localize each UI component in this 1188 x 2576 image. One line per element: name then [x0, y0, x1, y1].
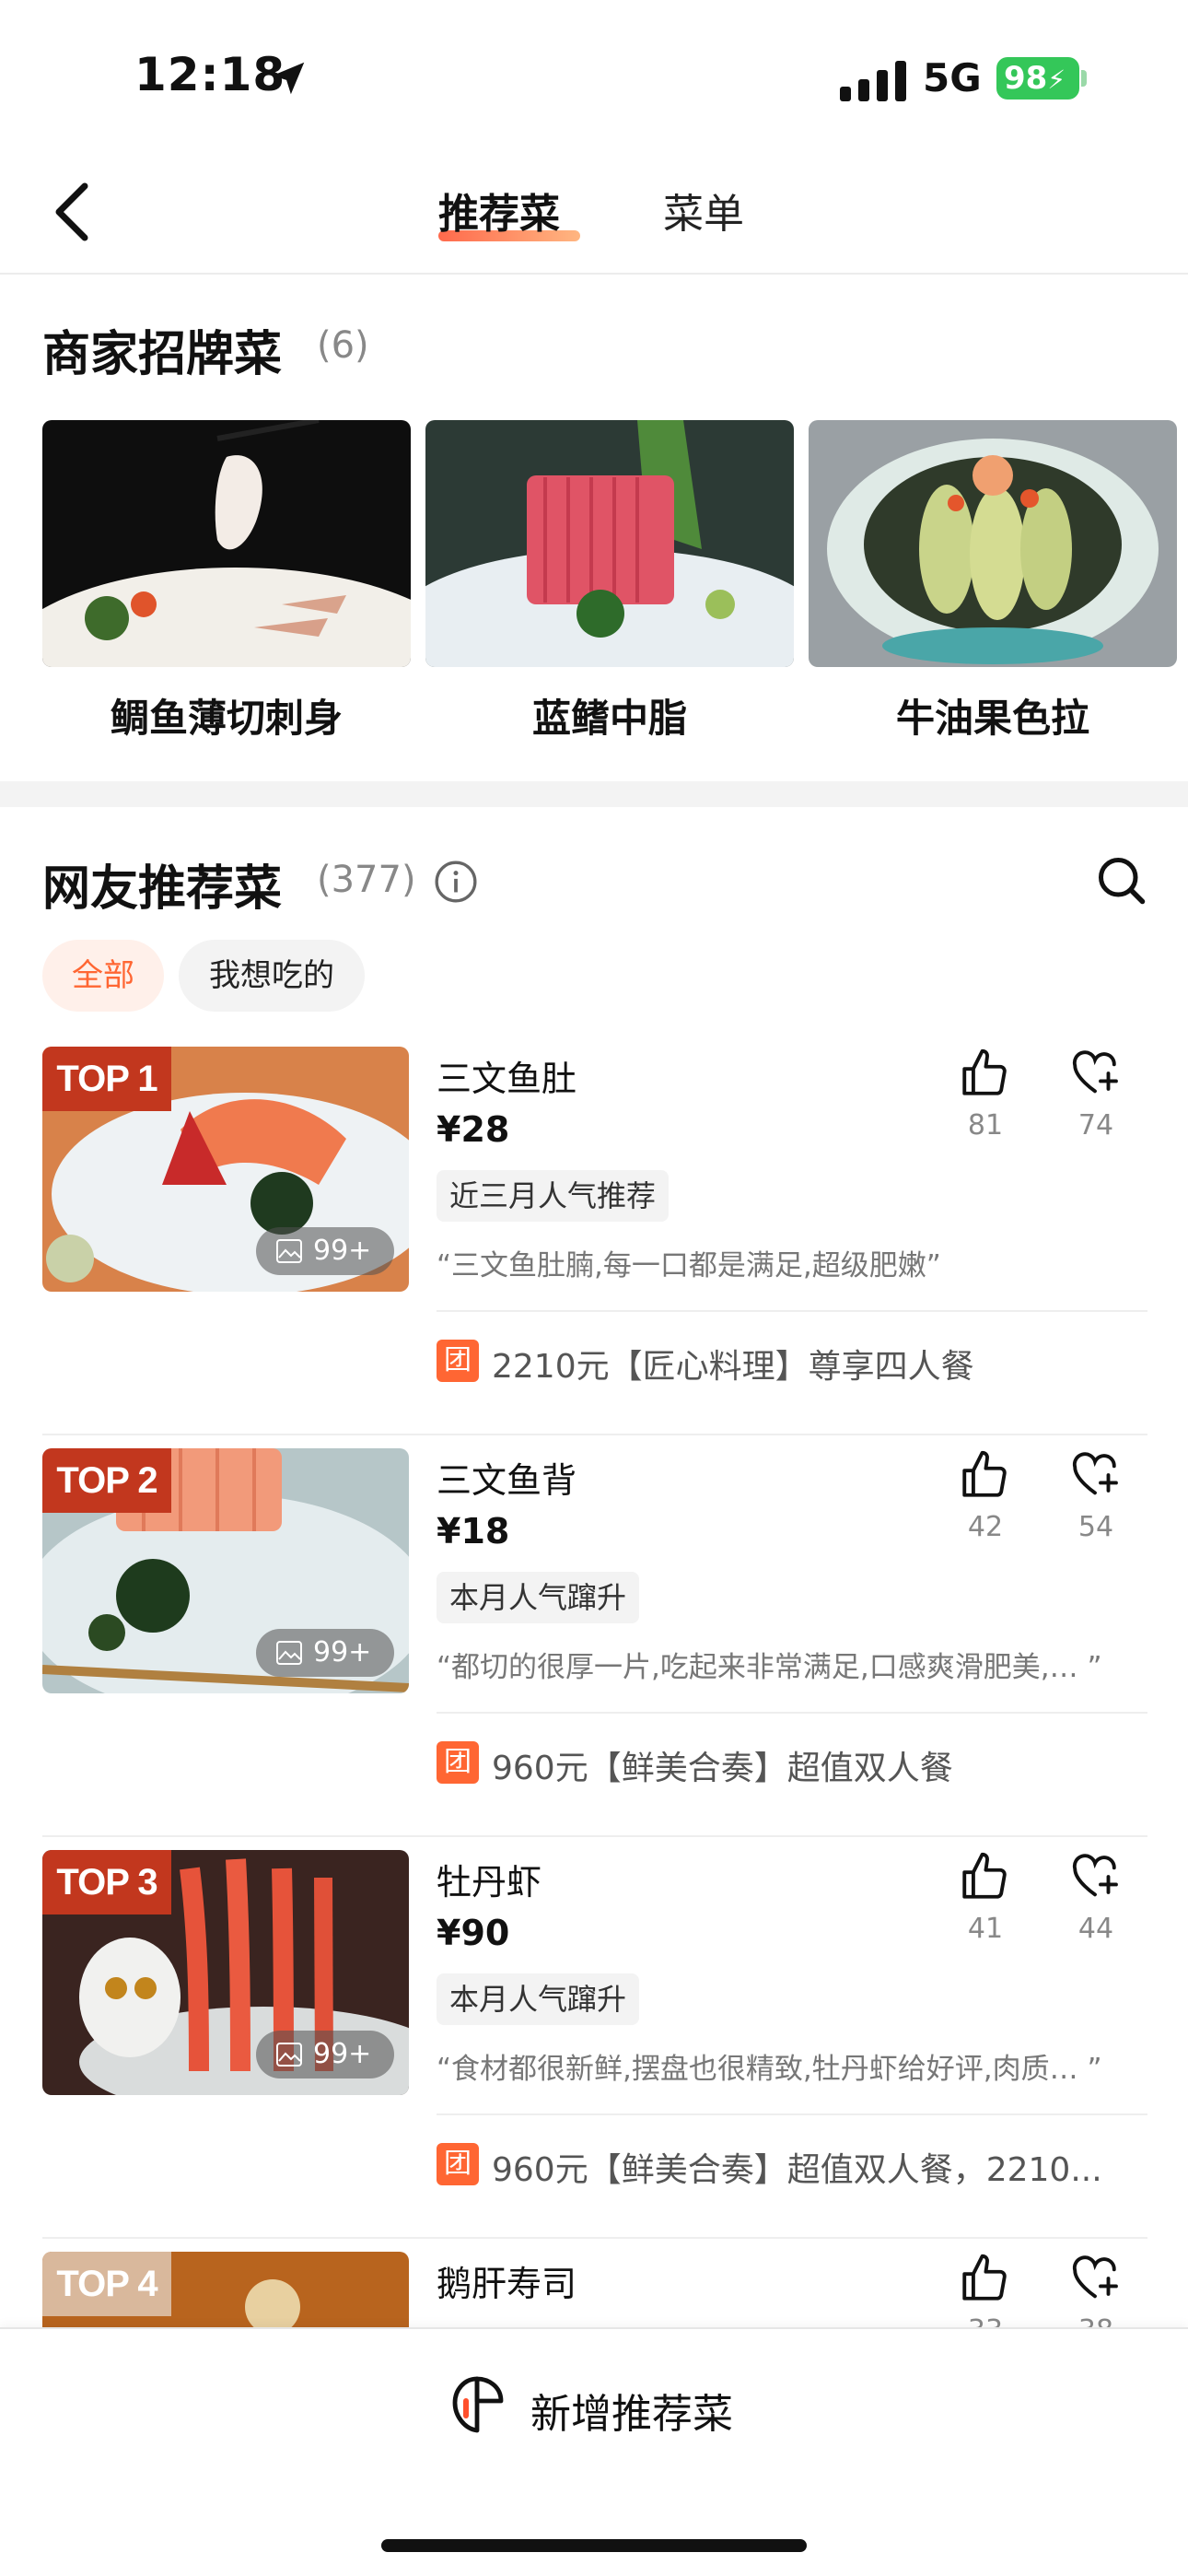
- row-divider: [437, 1310, 1147, 1312]
- photo-count: 99+: [313, 2038, 372, 2070]
- deal-text[interactable]: 960元【鲜美合奏】超值双人餐，2210...: [492, 2143, 1147, 2191]
- dish-price: ¥18: [437, 1511, 510, 1551]
- status-time: 12:18: [134, 48, 286, 101]
- fav-count: 54: [1077, 1511, 1114, 1543]
- home-indicator[interactable]: [381, 2539, 807, 2552]
- sea-bream-photo: [42, 420, 411, 667]
- avocado-salad-photo: [809, 420, 1177, 667]
- like-count: 81: [967, 1109, 1004, 1142]
- dish-name[interactable]: 三文鱼背: [437, 1452, 577, 1503]
- status-bar: 12:18 5G 98⚡: [0, 0, 1188, 147]
- rank-badge: TOP 1: [42, 1047, 171, 1111]
- photo-count-badge[interactable]: 99+: [256, 1629, 394, 1677]
- list-item[interactable]: TOP 2 99+ 三文鱼背 ¥18 本月人气蹿升 “都切的很厚一片,吃起来非常…: [0, 1448, 1188, 1850]
- network-type: 5G: [923, 55, 982, 100]
- dish-price: ¥90: [437, 1913, 510, 1953]
- filter-all-chip[interactable]: 全部: [42, 940, 164, 1012]
- rank-badge: TOP 2: [42, 1448, 171, 1513]
- heart-plus-icon[interactable]: [1068, 1448, 1122, 1502]
- image-icon: [276, 2043, 302, 2067]
- row-divider: [437, 1712, 1147, 1714]
- signal-icon: [840, 61, 906, 101]
- dish-name[interactable]: 三文鱼肚: [437, 1050, 577, 1101]
- photo-count-badge[interactable]: 99+: [256, 1227, 394, 1275]
- signature-dish-image[interactable]: [809, 420, 1177, 667]
- fav-count: 74: [1077, 1109, 1114, 1142]
- dish-quote: “食材都很新鲜,摆盘也很精致,牡丹虾给好评,肉质… ”: [437, 2053, 1102, 2086]
- dish-name[interactable]: 鹅肝寿司: [437, 2255, 577, 2306]
- dish-quote: “三文鱼肚腩,每一口都是满足,超级肥嫩”: [437, 1249, 941, 1282]
- row-separator: [42, 1434, 1147, 1435]
- row-separator: [42, 1835, 1147, 1837]
- photo-count: 99+: [313, 1235, 372, 1267]
- recommend-count: (377): [317, 859, 416, 901]
- tab-menu[interactable]: 菜单: [663, 181, 744, 240]
- location-arrow-icon: [272, 62, 305, 95]
- nav-bar: 推荐菜 菜单: [0, 147, 1188, 275]
- thumbs-up-icon[interactable]: [958, 1448, 1011, 1502]
- like-count: 41: [967, 1913, 1004, 1945]
- thumbs-up-icon[interactable]: [958, 2252, 1011, 2305]
- battery-level: 98: [1004, 60, 1048, 97]
- thumbs-up-icon[interactable]: [958, 1047, 1011, 1100]
- group-deal-icon: 团: [437, 2143, 479, 2185]
- tab-recommended[interactable]: 推荐菜: [438, 181, 560, 240]
- signature-dish-name[interactable]: 蓝鳍中脂: [425, 687, 794, 744]
- add-dish-icon: [452, 2376, 504, 2433]
- image-icon: [276, 1239, 302, 1263]
- dish-image[interactable]: TOP 2 99+: [42, 1448, 409, 1693]
- heart-plus-icon[interactable]: [1068, 1047, 1122, 1100]
- signature-title: 商家招牌菜: [42, 327, 283, 382]
- signature-dish-image[interactable]: [425, 420, 794, 667]
- deal-text[interactable]: 960元【鲜美合奏】超值双人餐: [492, 1741, 1147, 1789]
- recommend-title: 网友推荐菜: [42, 861, 283, 917]
- signature-dish-name[interactable]: 牛油果色拉: [809, 687, 1177, 744]
- search-icon[interactable]: [1094, 853, 1149, 908]
- image-icon: [276, 1641, 302, 1665]
- dish-price: ¥28: [437, 1109, 510, 1150]
- bluefin-tuna-photo: [425, 420, 794, 667]
- fav-count: 44: [1077, 1913, 1114, 1945]
- thumbs-up-icon[interactable]: [958, 1850, 1011, 1903]
- charging-bolt-icon: ⚡: [1047, 64, 1066, 95]
- row-separator: [42, 2237, 1147, 2239]
- add-recommend-label: 新增推荐菜: [530, 2391, 733, 2438]
- rank-badge: TOP 4: [42, 2252, 171, 2316]
- signature-count: (6): [317, 324, 369, 367]
- battery-indicator: 98⚡: [996, 57, 1079, 100]
- dish-name[interactable]: 牡丹虾: [437, 1854, 542, 1904]
- like-count: 42: [967, 1511, 1004, 1543]
- group-deal-icon: 团: [437, 1741, 479, 1784]
- row-divider: [437, 2113, 1147, 2115]
- dish-image[interactable]: TOP 3 99+: [42, 1850, 409, 2095]
- battery-nub: [1081, 70, 1087, 87]
- section-divider: [0, 781, 1188, 807]
- signature-dish-name[interactable]: 鲷鱼薄切刺身: [42, 687, 411, 744]
- dish-image[interactable]: TOP 1 99+: [42, 1047, 409, 1292]
- deal-text[interactable]: 2210元【匠心料理】尊享四人餐: [492, 1340, 1147, 1388]
- dish-tag: 本月人气蹿升: [437, 1973, 640, 2025]
- photo-count: 99+: [313, 1636, 372, 1669]
- rank-badge: TOP 3: [42, 1850, 171, 1914]
- info-icon[interactable]: [433, 859, 479, 905]
- group-deal-icon: 团: [437, 1340, 479, 1382]
- signature-dish-image[interactable]: [42, 420, 411, 667]
- photo-count-badge[interactable]: 99+: [256, 2031, 394, 2078]
- back-chevron-icon[interactable]: [37, 175, 111, 249]
- list-item[interactable]: TOP 1 99+ 三文鱼肚 ¥28 近三月人气推荐 “三文鱼肚腩,每一口都是满…: [0, 1047, 1188, 1448]
- dish-quote: “都切的很厚一片,吃起来非常满足,口感爽滑肥美,… ”: [437, 1651, 1102, 1684]
- heart-plus-icon[interactable]: [1068, 1850, 1122, 1903]
- list-item[interactable]: TOP 3 99+ 牡丹虾 ¥90 本月人气蹿升 “食材都很新鲜,摆盘也很精致,…: [0, 1850, 1188, 2252]
- dish-tag: 近三月人气推荐: [437, 1170, 670, 1222]
- filter-want-chip[interactable]: 我想吃的: [179, 940, 365, 1012]
- heart-plus-icon[interactable]: [1068, 2252, 1122, 2305]
- dish-tag: 本月人气蹿升: [437, 1572, 640, 1623]
